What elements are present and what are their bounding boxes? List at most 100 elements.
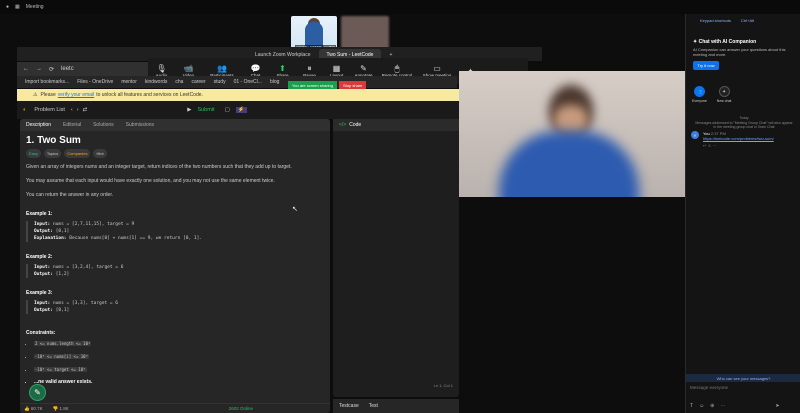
pencil-icon: ✎ — [360, 64, 367, 73]
chat-note-text: Messages addressed to "Meeting Group Cha… — [695, 120, 793, 130]
problem-title: 1. Two Sum — [26, 135, 81, 146]
chat-panel: Keypad shortcuts Ctrl+Alt ✦ Chat with AI… — [685, 14, 800, 413]
problem-chips: Easy Topics Companies Hint — [26, 149, 324, 158]
ai-companion-description: AI Companion can answer your questions a… — [693, 47, 786, 57]
speaker-video[interactable] — [459, 71, 685, 197]
testcase-tab[interactable]: Testcase — [339, 403, 359, 409]
test-result-tab[interactable]: Test — [369, 403, 378, 409]
chat-panel-header: Keypad shortcuts Ctrl+Alt — [686, 14, 800, 26]
ai-companion-title: ✦ Chat with AI Companion — [693, 39, 757, 45]
like-button[interactable]: 👍 60.7K — [24, 406, 43, 412]
prev-icon[interactable]: ‹ — [71, 107, 73, 113]
mouse-icon: 🖱 — [394, 64, 400, 73]
run-icon[interactable]: ▶ — [187, 107, 191, 113]
pen-fab-icon[interactable]: ✎ — [29, 384, 46, 401]
cursor-position: Ln 1, Col 1 — [433, 383, 453, 388]
code-tab[interactable]: </> Code — [333, 119, 459, 131]
emoji-icon[interactable]: ☺ — [699, 403, 704, 409]
code-editor-panel: </> Code Ln 1, Col 1 — [333, 119, 459, 397]
tab-submissions[interactable]: Submissions — [126, 122, 154, 128]
chat-icon: 💬 — [250, 64, 261, 73]
bookmark-item[interactable]: study — [214, 79, 226, 85]
people-icon: 👥 — [217, 64, 227, 73]
new-chat-button[interactable]: + New chat — [717, 86, 731, 103]
microphone-icon: 🎙 — [156, 64, 167, 73]
constraints-heading: Constraints: — [26, 330, 56, 336]
example-box: Input: nums = [3,2,4], target = 6 Output… — [26, 264, 324, 278]
bookmark-item[interactable]: Files - OneDrive — [77, 79, 113, 85]
url-input[interactable]: leetc — [61, 66, 74, 72]
ai-companion-card: ✦ Chat with AI Companion AI Companion ca… — [690, 36, 796, 73]
bookmark-item[interactable]: 01 - OneCl... — [234, 79, 262, 85]
more-icon[interactable]: ⋯ — [720, 403, 725, 409]
speaker-body — [499, 131, 639, 197]
example-heading: Example 3: — [26, 290, 53, 296]
address-bar-area: ← → ⟳ leetc — [17, 62, 148, 76]
format-icon[interactable]: T — [690, 403, 693, 409]
chat-recipients: 👥 Everyone + New chat — [692, 86, 731, 103]
bookmark-item[interactable]: kindwords — [145, 79, 168, 85]
shuffle-icon[interactable]: ⇄ — [83, 107, 88, 113]
problem-statement: Given an array of integers nums and an i… — [26, 164, 292, 170]
grid-icon[interactable]: ▦ — [15, 4, 20, 10]
code-icon: </> — [339, 122, 347, 128]
message-link[interactable]: https://leetcode.com/problems/two-sum/ — [703, 136, 774, 141]
share-icon: ⬆ — [279, 64, 286, 73]
chat-input-tools: T ☺ ⊕ ⋯ ➤ — [690, 403, 780, 409]
participant-video-other[interactable] — [341, 16, 389, 50]
leetcode-logo-icon[interactable]: ◐ — [23, 107, 26, 113]
bookmark-item[interactable]: career — [191, 79, 205, 85]
difficulty-badge: Easy — [26, 149, 41, 158]
back-icon[interactable]: ← — [23, 66, 29, 72]
bookmark-item[interactable]: mentor — [121, 79, 137, 85]
warning-icon: ⚠ — [33, 92, 38, 98]
tab-editorial[interactable]: Editorial — [63, 122, 81, 128]
mouse-cursor-icon: ↖ — [292, 206, 298, 213]
reload-icon[interactable]: ⟳ — [49, 66, 54, 73]
testcase-bar: Testcase Test — [333, 399, 459, 413]
recipient-everyone[interactable]: 👥 Everyone — [692, 86, 707, 103]
submit-button[interactable]: Submit — [197, 107, 214, 113]
code-editor[interactable] — [333, 131, 459, 383]
send-icon[interactable]: ➤ — [775, 403, 779, 409]
camera-icon: 📹 — [183, 64, 194, 73]
who-can-see-link[interactable]: Who can see your messages? — [686, 374, 800, 382]
chat-info: Today Messages addressed to "Meeting Gro… — [694, 116, 794, 130]
companies-chip[interactable]: Companies — [64, 149, 91, 158]
problem-list-link[interactable]: Problem List — [34, 107, 65, 113]
bookmark-item[interactable]: cha — [175, 79, 183, 85]
bookmark-item[interactable]: Import bookmarks... — [25, 79, 69, 85]
keypad-shortcuts-link[interactable]: Keypad shortcuts — [700, 18, 731, 23]
try-it-now-button[interactable]: Try it now — [693, 61, 719, 70]
leetcode-nav: ◐ Problem List ‹ › ⇄ ▶ Submit ▢ ⚡ — [17, 101, 459, 119]
topics-chip[interactable]: Topics — [43, 149, 62, 158]
notes-icon[interactable]: ▢ — [225, 107, 230, 113]
forward-icon[interactable]: → — [36, 66, 42, 72]
next-icon[interactable]: › — [77, 107, 79, 113]
layout-icon: ▦ — [332, 64, 341, 73]
problem-body: 1. Two Sum Easy Topics Companies Hint Gi… — [20, 131, 330, 397]
hint-chip[interactable]: Hint — [93, 149, 107, 158]
apple-icon: ● — [6, 4, 10, 10]
message-actions[interactable]: ↩ ☺ ⋯ — [703, 143, 774, 148]
tab-description[interactable]: Description — [26, 122, 51, 128]
stop-share-button[interactable]: Stop share — [339, 81, 367, 89]
pause-icon: ⏸ — [307, 64, 312, 73]
attach-icon[interactable]: ⊕ — [710, 403, 714, 409]
tab-solutions[interactable]: Solutions — [93, 122, 114, 128]
participant-video-self[interactable]: AHMATH-JAMMIMI_ALOBJE — [291, 16, 337, 50]
message-input[interactable]: Message everyone — [690, 385, 796, 390]
verify-email-banner: ⚠ Please verify your email to unlock all… — [17, 89, 459, 101]
constraints-list: 2 <= nums.length <= 10⁴ -10⁹ <= nums[i] … — [26, 340, 324, 386]
screen-share-status: You are screen sharing Stop share — [288, 81, 396, 89]
shortcut-hint: Ctrl+Alt — [740, 17, 755, 23]
bookmark-item[interactable]: blog — [270, 79, 279, 85]
dislike-button[interactable]: 👎 1.8K — [53, 406, 69, 412]
chat-message: Y You 2:37 PM https://leetcode.com/probl… — [691, 131, 796, 148]
window-title: Meeting — [25, 4, 44, 10]
collab-icon[interactable]: ⚡ — [235, 107, 247, 113]
verify-email-link[interactable]: verify your email — [58, 92, 94, 98]
people-icon: 👥 — [693, 86, 705, 97]
constraint-item: 2 <= nums.length <= 10⁴ — [34, 340, 324, 348]
online-count: 2602 Online — [228, 406, 254, 411]
